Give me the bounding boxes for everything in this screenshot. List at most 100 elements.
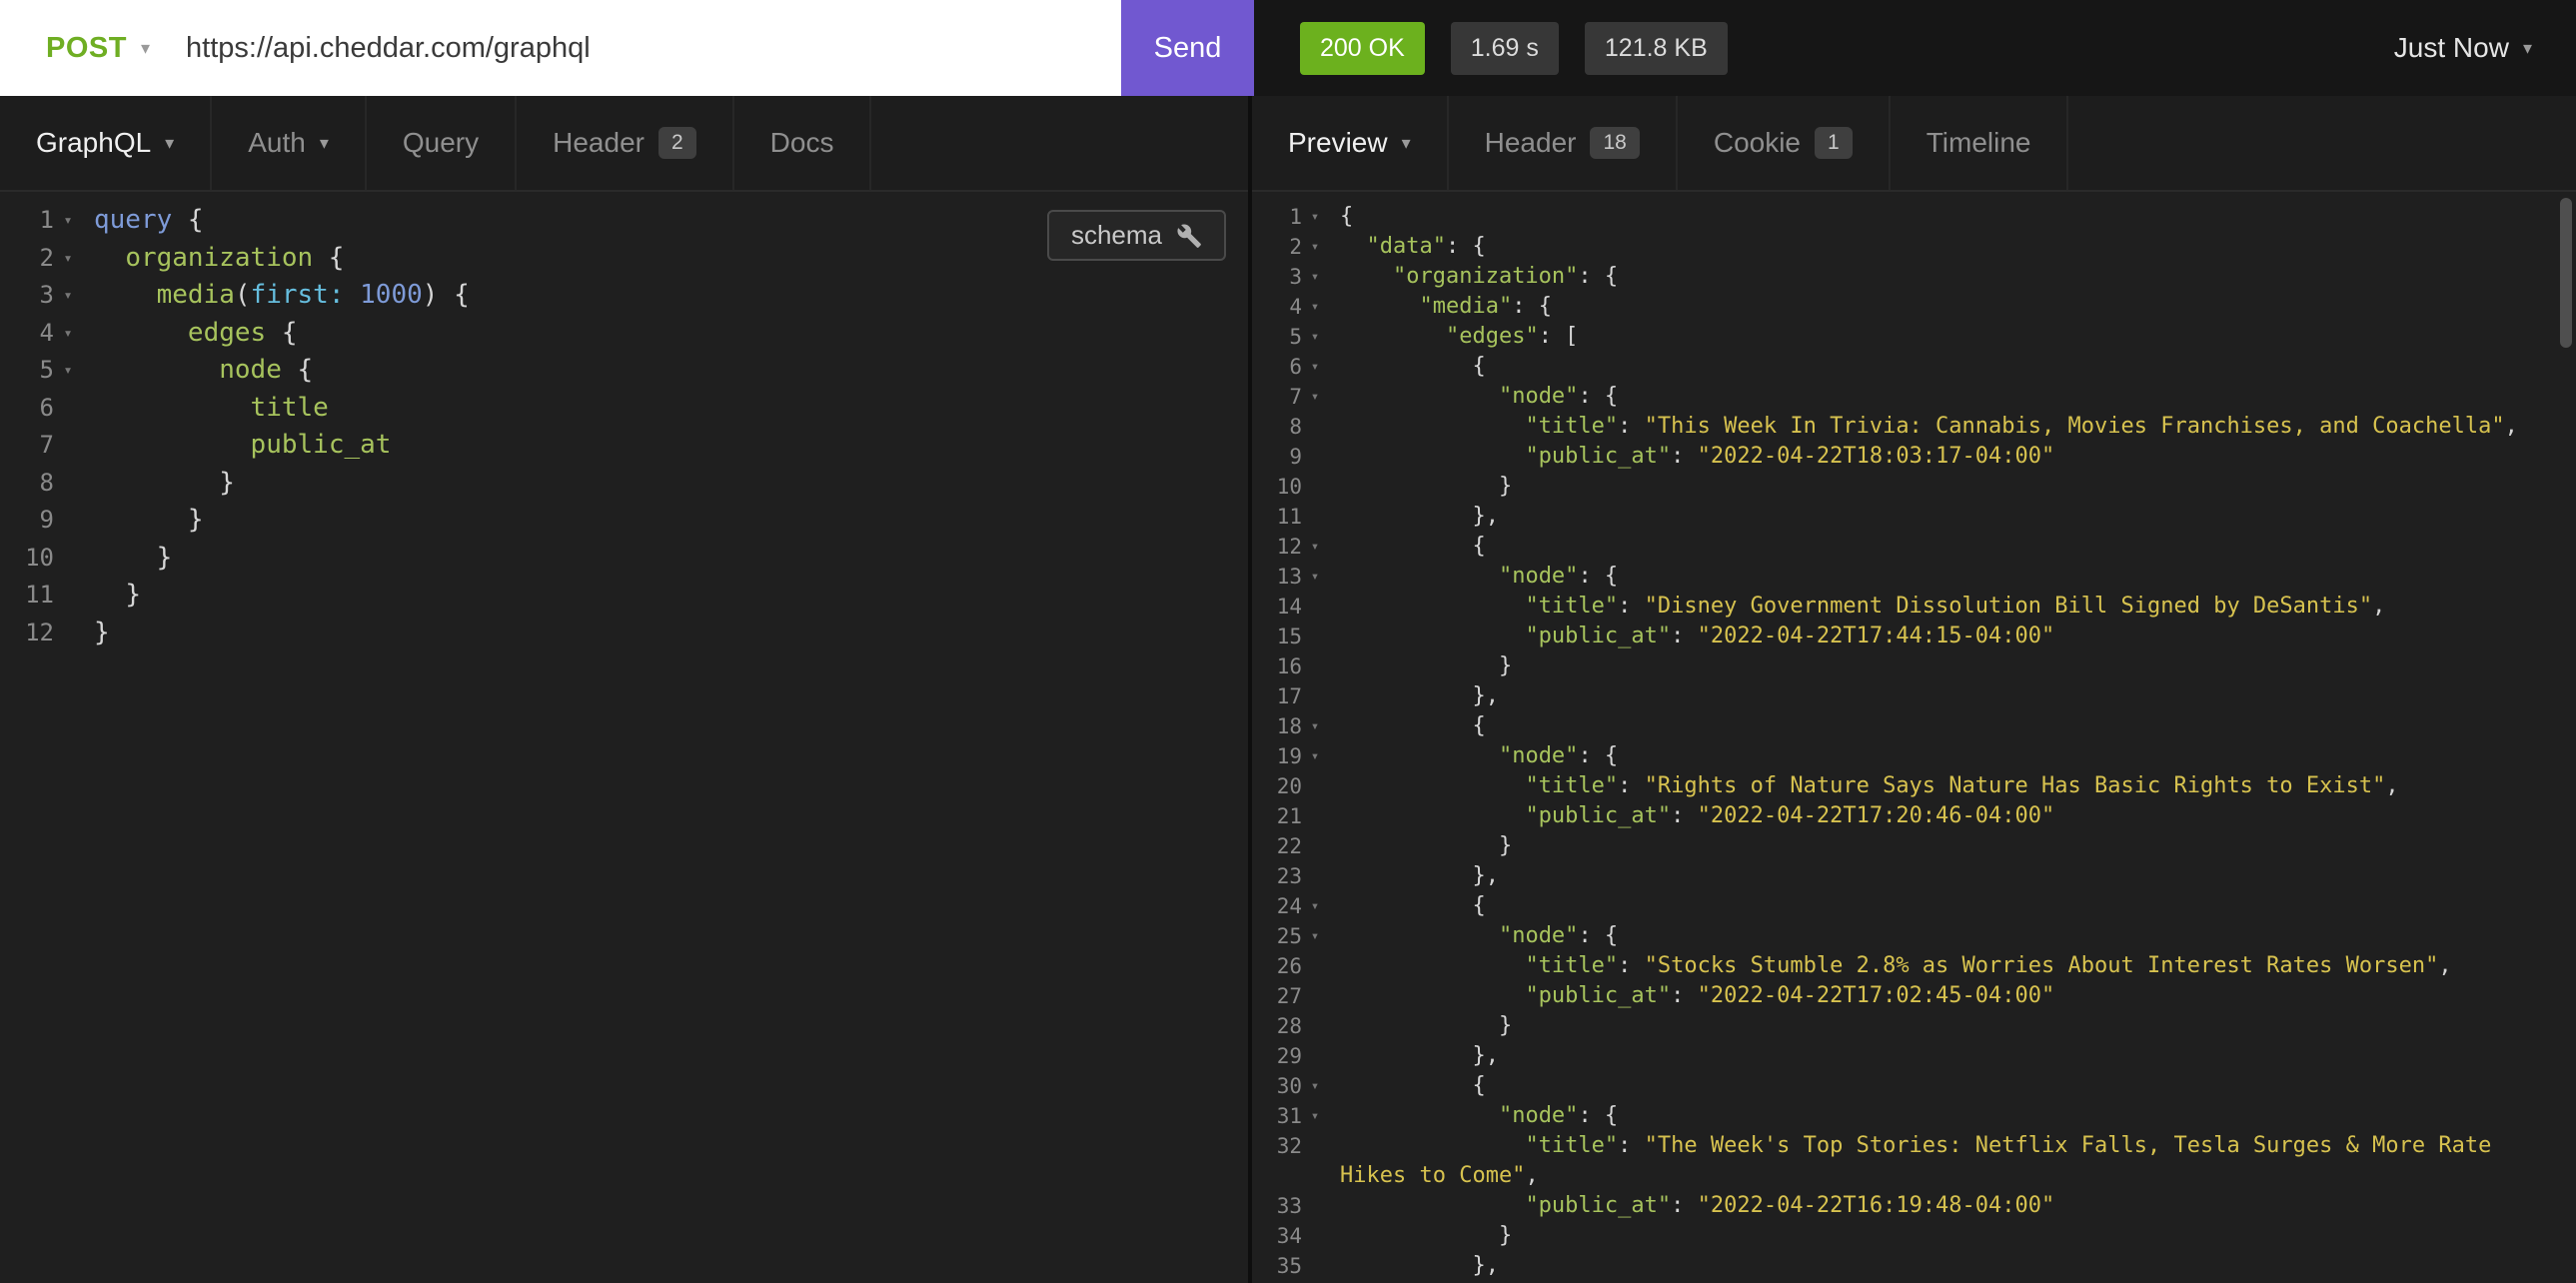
fold-spacer bbox=[1302, 1041, 1328, 1071]
chevron-down-icon: ▾ bbox=[320, 133, 329, 154]
fold-spacer bbox=[1302, 502, 1328, 532]
code-line: 1▾{ bbox=[1252, 202, 2576, 232]
fold-spacer bbox=[1302, 1011, 1328, 1041]
fold-spacer bbox=[54, 390, 82, 428]
line-gutter: 30▾ bbox=[1252, 1071, 1328, 1101]
preview-mode-label: Preview bbox=[1288, 127, 1388, 159]
tab-query[interactable]: Query bbox=[367, 96, 517, 190]
fold-spacer bbox=[1302, 1191, 1328, 1221]
line-gutter: 5▾ bbox=[0, 352, 82, 390]
fold-arrow-icon[interactable]: ▾ bbox=[54, 240, 82, 278]
tab-auth[interactable]: Auth ▾ bbox=[212, 96, 367, 190]
code-line: 31▾ "node": { bbox=[1252, 1101, 2576, 1131]
line-gutter: 11 bbox=[0, 577, 82, 615]
fold-arrow-icon[interactable]: ▾ bbox=[1302, 382, 1328, 412]
fold-arrow-icon[interactable]: ▾ bbox=[1302, 352, 1328, 382]
tab-response-header[interactable]: Header 18 bbox=[1449, 96, 1678, 190]
line-number: 10 bbox=[0, 540, 54, 578]
tab-response-header-label: Header bbox=[1485, 127, 1577, 159]
fold-arrow-icon[interactable]: ▾ bbox=[1302, 562, 1328, 592]
fold-arrow-icon[interactable]: ▾ bbox=[1302, 921, 1328, 951]
fold-arrow-icon[interactable]: ▾ bbox=[54, 315, 82, 353]
status-badge: 200 OK bbox=[1300, 22, 1425, 75]
line-number: 6 bbox=[1252, 352, 1302, 382]
graphql-query-editor[interactable]: 1▾query {2▾ organization {3▾ media(first… bbox=[0, 192, 1248, 1283]
line-number: 14 bbox=[1252, 592, 1302, 622]
tab-timeline[interactable]: Timeline bbox=[1891, 96, 2069, 190]
tab-cookie[interactable]: Cookie 1 bbox=[1678, 96, 1891, 190]
fold-arrow-icon[interactable]: ▾ bbox=[1302, 1101, 1328, 1131]
line-number: 9 bbox=[1252, 442, 1302, 472]
response-pane: Preview ▾ Header 18 Cookie 1 Timeline 1▾… bbox=[1252, 96, 2576, 1283]
fold-arrow-icon[interactable]: ▾ bbox=[1302, 532, 1328, 562]
line-gutter: 4▾ bbox=[1252, 292, 1328, 322]
line-number: 5 bbox=[0, 352, 54, 390]
fold-arrow-icon[interactable]: ▾ bbox=[1302, 711, 1328, 741]
fold-spacer bbox=[1302, 651, 1328, 681]
response-history-dropdown[interactable]: Just Now ▾ bbox=[2394, 32, 2532, 64]
fold-arrow-icon[interactable]: ▾ bbox=[1302, 1071, 1328, 1101]
response-json-code: 1▾{2▾ "data": {3▾ "organization": {4▾ "m… bbox=[1252, 202, 2576, 1283]
fold-spacer bbox=[1302, 771, 1328, 801]
fold-arrow-icon[interactable]: ▾ bbox=[54, 202, 82, 240]
preview-mode-dropdown[interactable]: Preview ▾ bbox=[1252, 96, 1449, 190]
line-number: 25 bbox=[1252, 921, 1302, 951]
line-number: 26 bbox=[1252, 951, 1302, 981]
line-number: 3 bbox=[0, 277, 54, 315]
fold-spacer bbox=[54, 427, 82, 465]
fold-spacer bbox=[1302, 412, 1328, 442]
code-line: 29 }, bbox=[1252, 1041, 2576, 1071]
body-type-dropdown[interactable]: GraphQL ▾ bbox=[0, 96, 212, 190]
fold-arrow-icon[interactable]: ▾ bbox=[1302, 232, 1328, 262]
fold-spacer bbox=[1302, 801, 1328, 831]
tab-header[interactable]: Header 2 bbox=[517, 96, 734, 190]
graphql-query-code: 1▾query {2▾ organization {3▾ media(first… bbox=[0, 202, 1248, 651]
code-line: 15 "public_at": "2022-04-22T17:44:15-04:… bbox=[1252, 622, 2576, 651]
line-gutter: 15 bbox=[1252, 622, 1328, 651]
code-line: 3▾ media(first: 1000) { bbox=[0, 277, 1248, 315]
fold-arrow-icon[interactable]: ▾ bbox=[1302, 262, 1328, 292]
line-number: 7 bbox=[0, 427, 54, 465]
fold-arrow-icon[interactable]: ▾ bbox=[1302, 741, 1328, 771]
tab-docs[interactable]: Docs bbox=[734, 96, 872, 190]
scrollbar-thumb[interactable] bbox=[2560, 198, 2572, 348]
line-number: 15 bbox=[1252, 622, 1302, 651]
code-line: 4▾ "media": { bbox=[1252, 292, 2576, 322]
code-line: 8 "title": "This Week In Trivia: Cannabi… bbox=[1252, 412, 2576, 442]
line-number: 27 bbox=[1252, 981, 1302, 1011]
send-button[interactable]: Send bbox=[1121, 0, 1254, 96]
fold-arrow-icon[interactable]: ▾ bbox=[1302, 202, 1328, 232]
fold-arrow-icon[interactable]: ▾ bbox=[1302, 292, 1328, 322]
response-preview-editor[interactable]: 1▾{2▾ "data": {3▾ "organization": {4▾ "m… bbox=[1252, 192, 2576, 1283]
code-line: 13▾ "node": { bbox=[1252, 562, 2576, 592]
fold-arrow-icon[interactable]: ▾ bbox=[54, 277, 82, 315]
fold-arrow-icon[interactable]: ▾ bbox=[54, 352, 82, 390]
schema-button[interactable]: schema bbox=[1047, 210, 1226, 261]
fold-spacer bbox=[1302, 681, 1328, 711]
line-number: 20 bbox=[1252, 771, 1302, 801]
fold-spacer bbox=[54, 540, 82, 578]
line-number: 12 bbox=[0, 615, 54, 652]
code-line: 27 "public_at": "2022-04-22T17:02:45-04:… bbox=[1252, 981, 2576, 1011]
chevron-down-icon: ▾ bbox=[2523, 38, 2532, 59]
fold-arrow-icon[interactable]: ▾ bbox=[1302, 322, 1328, 352]
response-meta-bar: 200 OK 1.69 s 121.8 KB Just Now ▾ bbox=[1254, 0, 2576, 96]
line-number: 31 bbox=[1252, 1101, 1302, 1131]
fold-arrow-icon[interactable]: ▾ bbox=[1302, 891, 1328, 921]
chevron-down-icon: ▾ bbox=[1402, 133, 1411, 154]
code-line: 33 "public_at": "2022-04-22T16:19:48-04:… bbox=[1252, 1191, 2576, 1221]
line-number: 7 bbox=[1252, 382, 1302, 412]
code-line: 5▾ node { bbox=[0, 352, 1248, 390]
line-gutter: 7 bbox=[0, 427, 82, 465]
code-line: 25▾ "node": { bbox=[1252, 921, 2576, 951]
line-gutter: 25▾ bbox=[1252, 921, 1328, 951]
code-line: 3▾ "organization": { bbox=[1252, 262, 2576, 292]
method-dropdown[interactable]: POST ▾ bbox=[0, 32, 150, 65]
tab-header-label: Header bbox=[553, 127, 644, 159]
url-input[interactable]: https://api.cheddar.com/graphql bbox=[186, 32, 591, 65]
line-number: 29 bbox=[1252, 1041, 1302, 1071]
line-gutter: 35 bbox=[1252, 1251, 1328, 1281]
line-gutter: 26 bbox=[1252, 951, 1328, 981]
line-gutter: 3▾ bbox=[0, 277, 82, 315]
schema-button-label: schema bbox=[1071, 220, 1162, 251]
